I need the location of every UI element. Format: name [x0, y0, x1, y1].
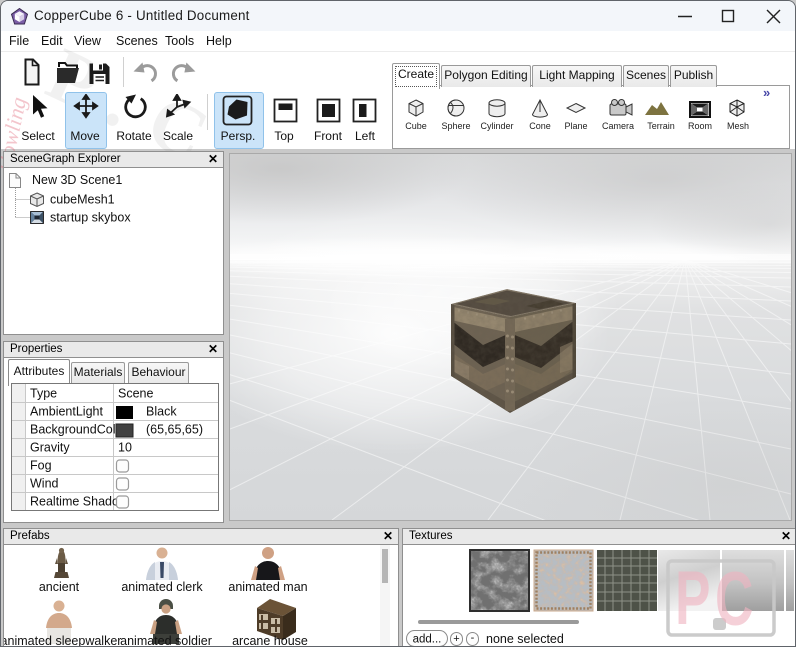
- svg-text:add...: add...: [413, 634, 442, 646]
- svg-text:animated man: animated man: [228, 580, 307, 594]
- svg-text:+: +: [453, 633, 459, 645]
- svg-text:Gravity: Gravity: [30, 441, 70, 455]
- svg-text:none selected: none selected: [486, 632, 564, 646]
- svg-text:Black: Black: [146, 405, 177, 419]
- svg-text:-: -: [471, 632, 475, 644]
- svg-text:Type: Type: [30, 387, 57, 401]
- svg-text:Scene: Scene: [118, 387, 153, 401]
- svg-text:Fog: Fog: [30, 459, 52, 473]
- svg-text:10: 10: [118, 441, 132, 455]
- svg-text:New 3D Scene1: New 3D Scene1: [32, 173, 122, 187]
- svg-text:Realtime Shadow: Realtime Shadow: [30, 495, 129, 509]
- svg-text:AmbientLight: AmbientLight: [30, 405, 103, 419]
- svg-text:cubeMesh1: cubeMesh1: [50, 193, 115, 207]
- svg-text:animated sleepwalker: animated sleepwalker: [4, 634, 121, 647]
- svg-text:startup skybox: startup skybox: [50, 211, 131, 225]
- svg-text:Wind: Wind: [30, 477, 59, 491]
- svg-text:arcane house: arcane house: [232, 634, 308, 647]
- svg-text:animated clerk: animated clerk: [121, 580, 203, 594]
- svg-text:C: C: [715, 557, 753, 642]
- svg-text:P: P: [675, 556, 710, 641]
- svg-text:BackgroundCol: BackgroundCol: [30, 423, 115, 437]
- svg-text:ancient: ancient: [39, 580, 80, 594]
- svg-text:animated soldier: animated soldier: [120, 634, 212, 647]
- svg-text:(65,65,65): (65,65,65): [146, 423, 203, 437]
